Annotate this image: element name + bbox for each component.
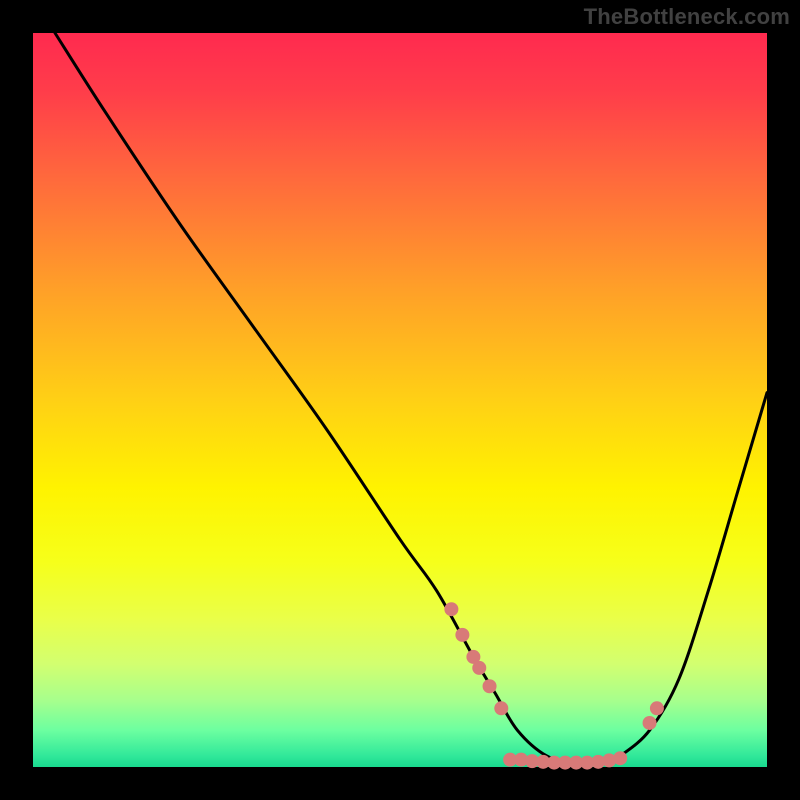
chart-canvas bbox=[0, 0, 800, 800]
bottleneck-chart: TheBottleneck.com bbox=[0, 0, 800, 800]
data-marker bbox=[643, 716, 657, 730]
data-marker bbox=[444, 602, 458, 616]
watermark-text: TheBottleneck.com bbox=[584, 4, 790, 30]
data-marker bbox=[472, 661, 486, 675]
data-marker bbox=[613, 751, 627, 765]
data-marker bbox=[455, 628, 469, 642]
data-marker bbox=[650, 701, 664, 715]
data-marker bbox=[483, 679, 497, 693]
data-marker bbox=[494, 701, 508, 715]
plot-area bbox=[33, 33, 767, 767]
